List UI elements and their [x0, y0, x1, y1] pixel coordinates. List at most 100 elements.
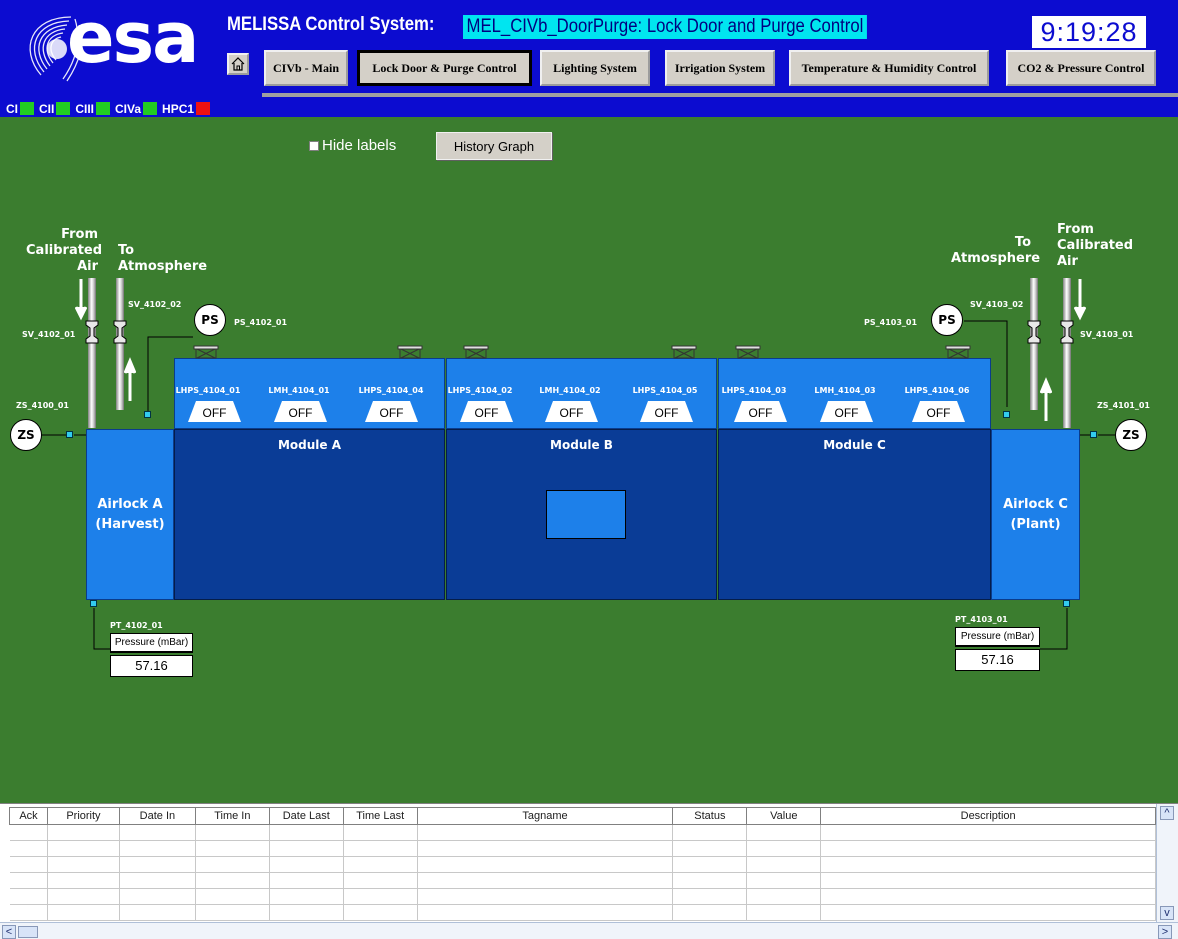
- table-cell: [746, 824, 822, 841]
- lamp-toggle-lhps-4104-05[interactable]: OFF: [640, 401, 693, 422]
- table-row[interactable]: [9, 904, 1156, 921]
- ps-4103-01-sensor[interactable]: PS: [931, 304, 963, 336]
- lamp-toggle-lhps-4104-01[interactable]: OFF: [188, 401, 241, 422]
- lamp-toggle-lhps-4104-03[interactable]: OFF: [734, 401, 787, 422]
- lamp-tag: LHPS_4104_06: [904, 386, 970, 395]
- alarm-summary-table[interactable]: Ack Priority Date In Time In Date Last T…: [0, 803, 1178, 939]
- module-b[interactable]: Module B: [446, 429, 717, 600]
- status-light: [20, 102, 34, 115]
- sv-4103-02-valve-icon[interactable]: [1027, 320, 1041, 344]
- column-header-time-last[interactable]: Time Last: [342, 807, 418, 825]
- zs-4100-01-sensor[interactable]: ZS: [10, 419, 42, 451]
- nav-civb-main-button[interactable]: CIVb - Main: [264, 50, 348, 86]
- sv-4102-01-valve-icon[interactable]: [85, 320, 99, 344]
- table-row[interactable]: [9, 856, 1156, 873]
- table-row[interactable]: [9, 840, 1156, 857]
- table-cell: [746, 840, 822, 857]
- table-row[interactable]: [9, 888, 1156, 905]
- table-cell: [343, 824, 418, 841]
- vertical-scrollbar[interactable]: ^ v: [1156, 804, 1178, 922]
- column-header-status[interactable]: Status: [672, 807, 748, 825]
- status-indicator-civa: CIVa: [115, 102, 158, 116]
- right-air-inlet-pipe: [1063, 278, 1071, 428]
- left-air-inlet-pipe: [88, 278, 96, 428]
- horizontal-scrollbar[interactable]: < >: [0, 922, 1178, 939]
- door-sensor-connector: [1090, 431, 1097, 438]
- table-cell: [119, 904, 196, 921]
- module-b-label: Module B: [550, 438, 613, 452]
- module-b-lamp-bay: LHPS_4104_02 OFF LMH_4104_02 OFF LHPS_41…: [446, 345, 717, 429]
- lamp-toggle-lmh-4104-01[interactable]: OFF: [274, 401, 327, 422]
- right-from-air-label: From Calibrated Air: [1057, 222, 1134, 269]
- column-header-tagname[interactable]: Tagname: [416, 807, 674, 825]
- scroll-thumb[interactable]: [18, 926, 38, 938]
- scroll-up-icon[interactable]: ^: [1160, 806, 1174, 820]
- column-header-description[interactable]: Description: [820, 807, 1156, 825]
- alarm-table-body: [9, 824, 1156, 921]
- alarm-table-header: Ack Priority Date In Time In Date Last T…: [9, 807, 1156, 825]
- zs-4100-01-tag: ZS_4100_01: [16, 401, 69, 410]
- subsystem-status-bar: CI CII CIII CIVa HPC1: [0, 100, 260, 117]
- nav-temperature-humidity-button[interactable]: Temperature & Humidity Control: [789, 50, 989, 86]
- column-header-date-last[interactable]: Date Last: [268, 807, 344, 825]
- scroll-down-icon[interactable]: v: [1160, 906, 1174, 920]
- airlock-a[interactable]: Airlock A (Harvest): [86, 429, 174, 600]
- lamp-toggle-lhps-4104-02[interactable]: OFF: [460, 401, 513, 422]
- pt-4103-01-caption-box: Pressure (mBar): [955, 627, 1040, 647]
- status-light: [96, 102, 111, 115]
- module-b-door-window[interactable]: [546, 490, 626, 539]
- nav-co2-pressure-button[interactable]: CO2 & Pressure Control: [1006, 50, 1156, 86]
- inflow-arrow-icon: [1074, 279, 1086, 321]
- table-row[interactable]: [9, 872, 1156, 889]
- table-cell: [343, 840, 418, 857]
- table-cell: [746, 888, 822, 905]
- module-a[interactable]: Module A: [174, 429, 445, 600]
- nav-irrigation-button[interactable]: Irrigation System: [665, 50, 775, 86]
- module-c[interactable]: Module C: [718, 429, 991, 600]
- airlock-c[interactable]: Airlock C (Plant): [991, 429, 1080, 600]
- ps-4102-01-sensor[interactable]: PS: [194, 304, 226, 336]
- table-row[interactable]: [9, 824, 1156, 841]
- table-cell: [820, 904, 1156, 921]
- table-cell: [9, 824, 48, 841]
- nav-lighting-button[interactable]: Lighting System: [540, 50, 650, 86]
- table-cell: [820, 856, 1156, 873]
- column-header-value[interactable]: Value: [746, 807, 822, 825]
- column-header-time-in[interactable]: Time In: [194, 807, 270, 825]
- lamp-toggle-lmh-4104-02[interactable]: OFF: [545, 401, 598, 422]
- table-cell: [417, 824, 674, 841]
- pt-port-connector: [1063, 600, 1070, 607]
- table-cell: [119, 872, 196, 889]
- lamp-toggle-lhps-4104-06[interactable]: OFF: [912, 401, 965, 422]
- lamp-tag: LMH_4104_02: [539, 386, 601, 395]
- status-indicator-ciii: CIII: [75, 102, 111, 116]
- sv-4103-01-valve-icon[interactable]: [1060, 320, 1074, 344]
- table-cell: [119, 888, 196, 905]
- status-indicator-cii: CII: [39, 102, 71, 116]
- column-header-ack[interactable]: Ack: [9, 807, 48, 825]
- table-cell: [820, 824, 1156, 841]
- column-header-priority[interactable]: Priority: [46, 807, 120, 825]
- table-cell: [417, 840, 674, 857]
- zs-4101-01-sensor[interactable]: ZS: [1115, 419, 1147, 451]
- table-cell: [47, 824, 120, 841]
- scroll-left-icon[interactable]: <: [2, 925, 16, 939]
- home-button[interactable]: [227, 53, 249, 75]
- vent-icon: [735, 345, 761, 359]
- left-from-air-label: From Calibrated Air: [26, 227, 103, 274]
- sv-4102-02-valve-icon[interactable]: [113, 320, 127, 344]
- nav-lock-door-purge-button[interactable]: Lock Door & Purge Control: [357, 50, 532, 86]
- table-cell: [417, 872, 674, 889]
- header-bar: esa MELISSA Control System: MEL_CIVb_Doo…: [0, 0, 1178, 100]
- column-header-date-in[interactable]: Date In: [118, 807, 196, 825]
- outflow-arrow-icon: [1040, 377, 1052, 421]
- app-title: MELISSA Control System:: [227, 14, 435, 35]
- table-cell: [672, 872, 748, 889]
- scroll-right-icon[interactable]: >: [1158, 925, 1172, 939]
- vent-icon: [193, 345, 219, 359]
- lamp-toggle-lhps-4104-04[interactable]: OFF: [365, 401, 418, 422]
- table-cell: [269, 872, 344, 889]
- lamp-toggle-lmh-4104-03[interactable]: OFF: [820, 401, 873, 422]
- vent-icon: [397, 345, 423, 359]
- table-cell: [343, 888, 418, 905]
